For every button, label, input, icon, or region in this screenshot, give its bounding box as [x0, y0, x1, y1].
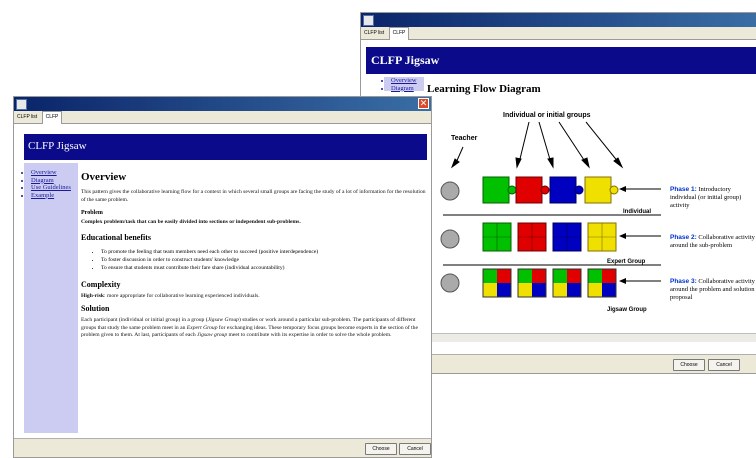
- phase-2-text: Phase 2: Collaborative activity around t…: [670, 234, 756, 250]
- benefits-heading: Educational benefits: [81, 232, 152, 242]
- complexity-heading: Complexity: [81, 279, 121, 289]
- back-tab-clfp-list[interactable]: CLFP list: [361, 28, 387, 40]
- jigsaw-group-3: [552, 268, 582, 298]
- expert-group-yellow: [587, 222, 617, 252]
- back-tab-bar: CLFP list CLFP: [361, 27, 756, 40]
- nav-overview[interactable]: Overview: [31, 169, 78, 177]
- puzzle-piece-blue: [549, 176, 584, 204]
- back-tab-clfp[interactable]: CLFP: [388, 27, 410, 40]
- front-tab-bar: CLFP list CLFP: [14, 111, 431, 124]
- puzzle-piece-red: [515, 176, 550, 204]
- phase-1-text: Phase 1: Introductory individual (or ini…: [670, 186, 756, 210]
- expert-group-green: [482, 222, 512, 252]
- back-window-titlebar[interactable]: [361, 13, 756, 27]
- teacher-circle-1: [440, 181, 460, 201]
- individual-label: Individual: [623, 209, 651, 215]
- phase-1-label: Phase 1:: [670, 186, 697, 193]
- jigsaw-group-1: [482, 268, 512, 298]
- front-window: ✕ CLFP list CLFP CLFP Jigsaw Overview Di…: [13, 96, 432, 458]
- expert-group-label: Expert Group: [607, 259, 646, 265]
- overview-heading: Overview: [81, 171, 127, 183]
- front-tab-clfp-list[interactable]: CLFP list: [14, 112, 40, 124]
- nav-example[interactable]: Example: [31, 192, 78, 200]
- jigsaw-group-label: Jigsaw Group: [607, 307, 647, 313]
- back-banner-title: CLFP Jigsaw: [371, 53, 440, 67]
- back-sidebar: Overview Diagram: [384, 77, 424, 93]
- jigsaw-group-4: [587, 268, 617, 298]
- back-hscrollbar[interactable]: [431, 333, 756, 342]
- nav-use-guidelines[interactable]: Use Guidelines: [31, 184, 78, 192]
- front-banner: CLFP Jigsaw: [24, 134, 427, 160]
- solution-heading: Solution: [81, 304, 110, 313]
- phase-3-label: Phase 3:: [670, 278, 697, 285]
- expert-group-blue: [552, 222, 582, 252]
- window-icon: [16, 99, 27, 110]
- groups-label: Individual or initial groups: [503, 112, 591, 119]
- back-banner: CLFP Jigsaw: [366, 47, 756, 74]
- complexity-text: High-risk: more appropriate for collabor…: [81, 293, 426, 301]
- problem-heading: Problem: [81, 210, 103, 216]
- benefit-item: To foster discussion in order to constru…: [101, 256, 426, 264]
- teacher-label: Teacher: [451, 135, 478, 142]
- back-choose-button[interactable]: Choose: [673, 359, 705, 371]
- back-cancel-button[interactable]: Cancel: [708, 359, 740, 371]
- front-tab-clfp[interactable]: CLFP: [41, 111, 63, 124]
- phase-3-text: Phase 3: Collaborative activity around t…: [670, 278, 756, 302]
- phase-2-label: Phase 2:: [670, 234, 697, 241]
- front-button-bar: Choose Cancel: [14, 438, 431, 457]
- diagram-title: Learning Flow Diagram: [427, 83, 541, 95]
- front-sidebar: Overview Diagram Use Guidelines Example: [24, 163, 78, 433]
- puzzle-piece-yellow: [584, 176, 619, 204]
- benefit-item: To promote the feeling that team members…: [101, 248, 426, 256]
- overview-intro: This pattern gives the collaborative lea…: [81, 189, 426, 203]
- front-cancel-button[interactable]: Cancel: [399, 443, 431, 455]
- close-icon[interactable]: ✕: [418, 98, 429, 109]
- expert-group-red: [517, 222, 547, 252]
- window-icon: [363, 15, 374, 26]
- benefit-item: To ensure that students must contribute …: [101, 264, 426, 272]
- teacher-circle-2: [440, 229, 460, 249]
- problem-text: Complex problem/task that can be easily …: [81, 219, 301, 225]
- jigsaw-group-2: [517, 268, 547, 298]
- front-choose-button[interactable]: Choose: [365, 443, 397, 455]
- teacher-circle-3: [440, 273, 460, 293]
- overview-content: Overview This pattern gives the collabor…: [81, 171, 426, 340]
- front-window-titlebar[interactable]: ✕: [14, 97, 431, 111]
- puzzle-piece-green: [482, 176, 517, 204]
- complexity-description: : more appropriate for collaborative lea…: [104, 292, 260, 299]
- complexity-label: High-risk: [81, 292, 105, 299]
- solution-text: Each participant (individual or initial …: [81, 317, 418, 338]
- nav-diagram[interactable]: Diagram: [31, 177, 78, 185]
- front-banner-title: CLFP Jigsaw: [28, 140, 87, 152]
- benefits-list: To promote the feeling that team members…: [81, 248, 426, 272]
- back-nav-overview[interactable]: Overview: [391, 77, 424, 85]
- back-nav-diagram[interactable]: Diagram: [391, 85, 424, 93]
